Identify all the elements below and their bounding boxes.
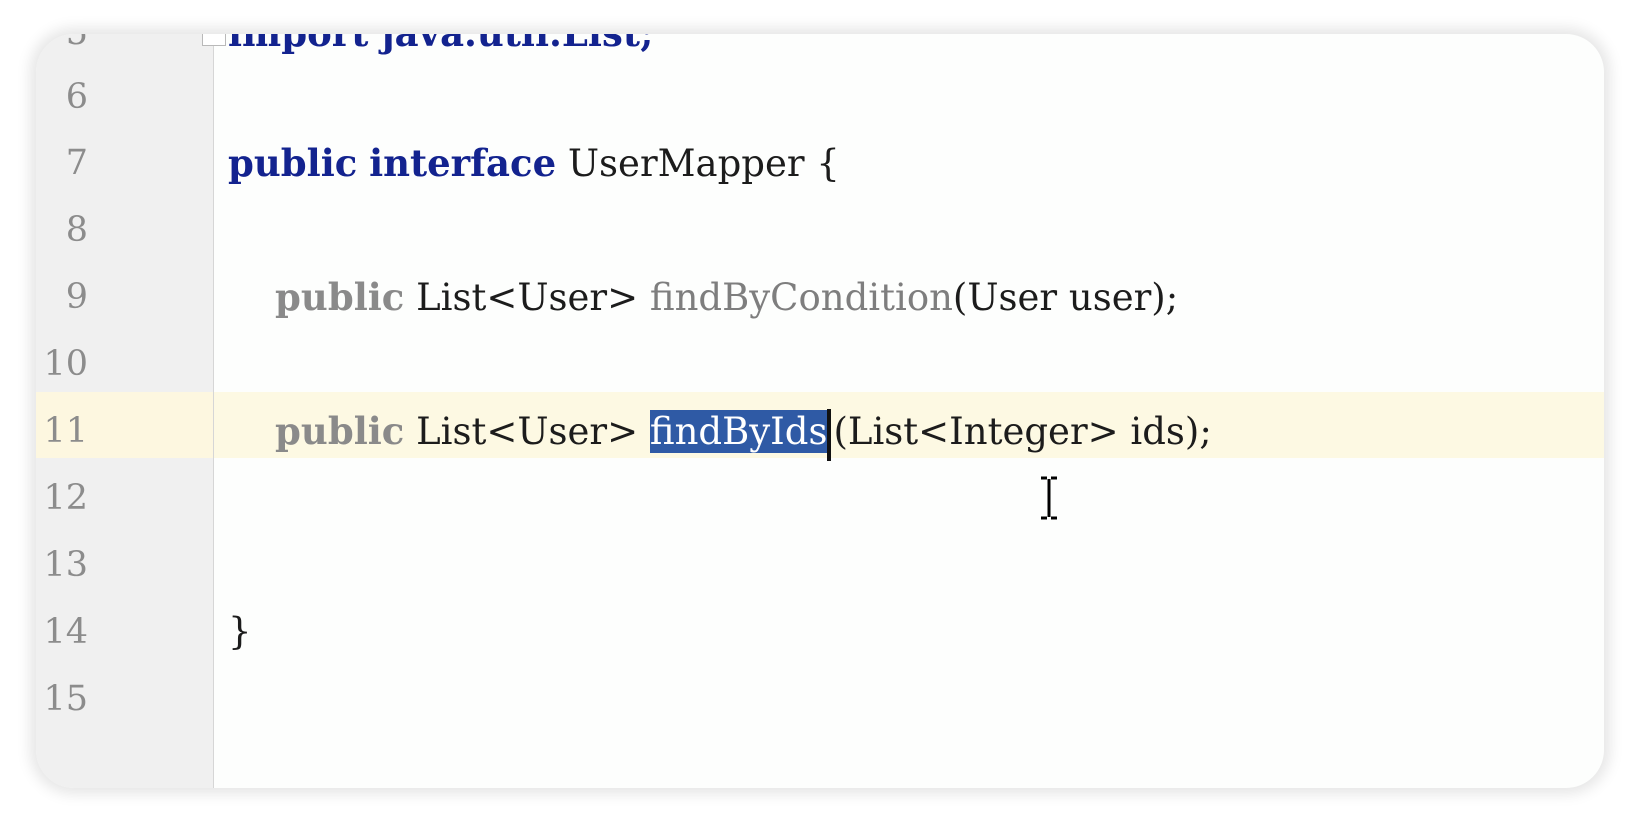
code-line[interactable]: 8 xyxy=(36,197,1604,263)
keyword-public: public xyxy=(275,275,405,319)
text-caret xyxy=(827,408,832,461)
line-number: 8 xyxy=(65,210,88,250)
line-number: 7 xyxy=(65,143,88,183)
code-editor[interactable]: 5 import java.util.List; 6 7 public inte… xyxy=(36,34,1604,788)
code-line[interactable]: 10 xyxy=(36,331,1604,397)
keyword-public: public xyxy=(275,409,405,453)
method-name: findByCondition xyxy=(649,276,953,319)
line-number: 6 xyxy=(65,77,88,117)
code-line[interactable]: 12 xyxy=(36,465,1604,531)
line-text: } xyxy=(228,610,252,653)
code-line-current[interactable]: 11 public List<User> findByIds (List<Inte… xyxy=(36,398,1604,464)
return-type: List<User> xyxy=(404,410,650,453)
selected-method-name[interactable]: findByIds xyxy=(649,410,828,453)
keyword-public: public xyxy=(228,141,358,185)
line-number: 11 xyxy=(43,411,88,451)
line-number: 13 xyxy=(43,545,88,585)
method-params: (List<Integer> ids); xyxy=(833,410,1212,453)
line-number: 9 xyxy=(65,277,88,317)
line-text: public List<User> findByIds (List<Integer… xyxy=(228,398,1212,465)
code-line[interactable]: 7 public interface UserMapper { xyxy=(36,130,1604,196)
line-number: 10 xyxy=(43,344,88,384)
line-text: public interface UserMapper { xyxy=(228,130,840,197)
return-type: List<User> xyxy=(404,276,650,319)
line-number: 12 xyxy=(43,478,88,518)
line-number: 15 xyxy=(43,679,88,719)
text-ibeam-icon xyxy=(1041,476,1057,520)
code-line[interactable]: 9 public List<User> findByCondition(User… xyxy=(36,264,1604,330)
code-line[interactable]: 5 import java.util.List; xyxy=(36,34,1604,66)
code-line[interactable]: 14 } xyxy=(36,599,1604,665)
interface-declaration: UserMapper { xyxy=(556,142,840,185)
line-number: 14 xyxy=(43,612,88,652)
code-line[interactable]: 15 xyxy=(36,666,1604,732)
code-line[interactable]: 13 xyxy=(36,532,1604,598)
line-text: public List<User> findByCondition(User u… xyxy=(228,264,1178,331)
method-params: (User user); xyxy=(952,276,1179,319)
line-number: 5 xyxy=(36,34,88,66)
code-line[interactable]: 6 xyxy=(36,64,1604,130)
line-text: import java.util.List; xyxy=(228,34,654,66)
keyword-interface: interface xyxy=(369,141,557,185)
